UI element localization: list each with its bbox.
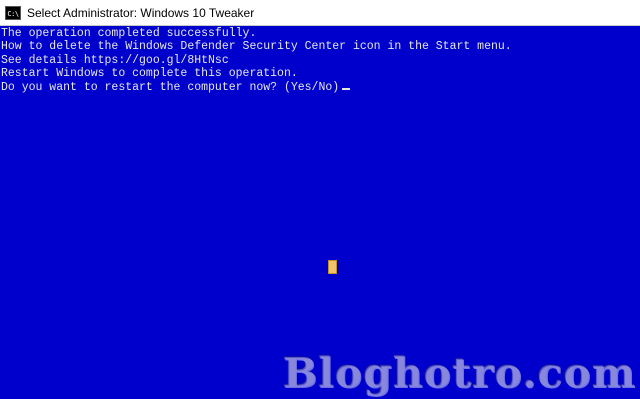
console-line: How to delete the Windows Defender Secur… <box>1 40 512 54</box>
text-cursor <box>342 87 351 90</box>
console-line: The operation completed successfully. <box>1 27 257 40</box>
title-bar[interactable]: C:\ Select Administrator: Windows 10 Twe… <box>0 0 640 26</box>
console-window: C:\ Select Administrator: Windows 10 Twe… <box>0 0 640 399</box>
watermark-logo: Bloghotro.com <box>282 349 636 397</box>
mouse-cursor-block <box>328 260 337 274</box>
console-prompt-text: Do you want to restart the computer now?… <box>1 80 340 94</box>
console-prompt-line: Do you want to restart the computer now?… <box>1 81 640 94</box>
window-title: Select Administrator: Windows 10 Tweaker <box>27 5 255 20</box>
console-output[interactable]: The operation completed successfully. Ho… <box>0 27 640 399</box>
command-prompt-icon[interactable]: C:\ <box>5 5 21 20</box>
console-line: Restart Windows to complete this operati… <box>1 67 298 81</box>
console-line: See details https://goo.gl/8HtNsc <box>1 53 229 67</box>
